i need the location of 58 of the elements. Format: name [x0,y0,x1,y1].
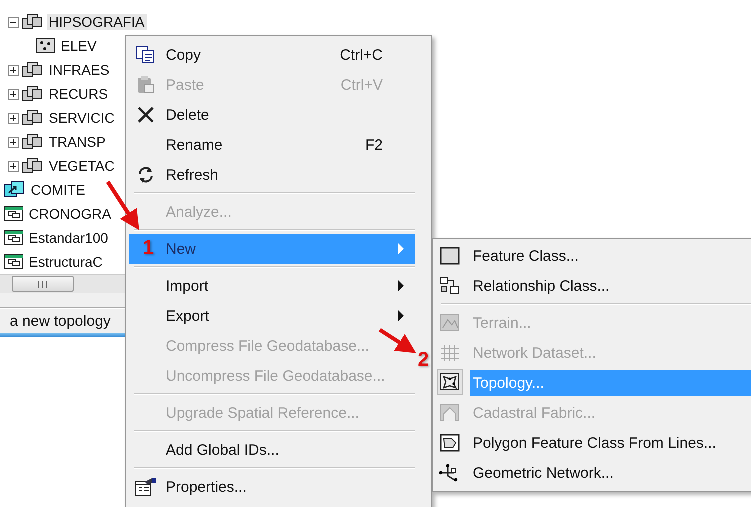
table-icon [4,254,24,270]
expand-toggle[interactable] [8,136,19,148]
collapse-toggle[interactable] [8,16,19,28]
step-number: 1 [143,238,154,258]
status-text: a new topology [10,312,111,330]
feature-dataset-icon [22,157,44,175]
tree-item[interactable]: SERVICIC [47,110,117,126]
feature-dataset-icon [22,13,44,31]
properties-icon [135,477,157,497]
feature-dataset-icon [22,133,44,151]
menu-item[interactable]: Polygon Feature Class From Lines... [436,428,751,458]
menu-item[interactable]: Geometric Network... [436,458,751,488]
menu-item[interactable]: Feature Class... [436,241,751,271]
tree-item[interactable]: ELEV [59,38,99,54]
feature-dataset-icon [22,85,44,103]
relationship-icon [4,181,26,199]
tree-item[interactable]: VEGETAC [47,158,117,174]
table-icon [4,206,24,222]
delete-icon [137,106,155,124]
tree-item[interactable]: RECURS [47,86,110,102]
menu-item[interactable]: Import [129,271,415,301]
feature-dataset-icon [22,61,44,79]
grip-icon [38,280,48,288]
point-layer-icon [36,38,56,54]
menu-item[interactable]: Delete [129,100,415,130]
menu-item[interactable]: Relationship Class... [436,271,751,301]
tree-item[interactable]: INFRAES [47,62,112,78]
expand-toggle[interactable] [8,160,19,172]
menu-item[interactable]: Refresh [129,160,415,190]
expand-toggle[interactable] [8,112,19,124]
menu-item[interactable]: Copy Ctrl+C [129,40,415,70]
table-icon [4,230,24,246]
expand-toggle[interactable] [8,88,19,100]
grid-icon [440,344,460,362]
refresh-icon [137,165,155,185]
cadastral-fabric-icon [440,404,460,422]
polygon-from-lines-icon [440,434,460,452]
menu-item[interactable]: Add Global IDs... [129,435,415,465]
copy-icon [136,46,156,64]
relationship-class-icon [440,277,460,295]
menu-item[interactable]: Properties... [129,472,415,502]
menu-item[interactable]: Export [129,301,415,331]
tree-item[interactable]: COMITE [29,182,88,198]
terrain-icon [440,314,460,332]
tree-item[interactable]: EstructuraC [27,254,105,270]
menu-item[interactable]: Rename F2 [129,130,415,160]
step-number: 2 [418,350,430,370]
tree-item[interactable]: CRONOGRA [27,206,114,222]
tree-item[interactable]: Estandar100 [27,230,110,246]
expand-toggle[interactable] [8,64,19,76]
feature-class-icon [440,247,460,265]
tree-item[interactable]: HIPSOGRAFIA [47,14,147,30]
tree-item[interactable]: TRANSP [47,134,108,150]
scrollbar-thumb[interactable] [12,276,74,292]
feature-dataset-icon [22,109,44,127]
annotation-arrow [378,328,416,354]
clipboard-icon [136,75,156,95]
topology-icon [440,373,460,391]
